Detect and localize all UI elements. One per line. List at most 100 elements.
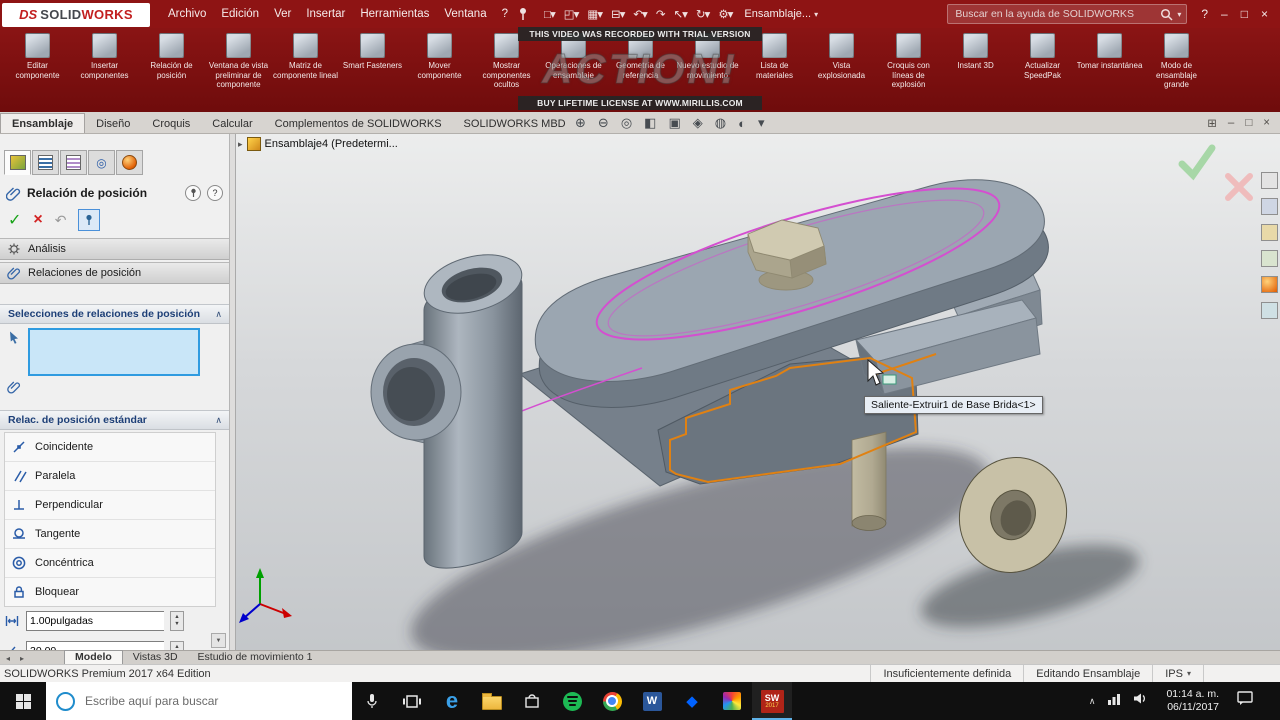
options-gear-icon[interactable]: ⚙▾ xyxy=(718,7,733,21)
cancel-button[interactable]: × xyxy=(33,211,42,229)
tab-vistas-3d[interactable]: Vistas 3D xyxy=(123,651,188,664)
ribbon-button[interactable]: Insertar componentes xyxy=(71,28,138,101)
redo-icon[interactable]: ↷ xyxy=(656,7,666,21)
file-explorer-pane-icon[interactable] xyxy=(1261,224,1278,241)
menu-item[interactable]: Ventana xyxy=(444,8,486,20)
zoom-area-icon[interactable]: ⊖ xyxy=(598,115,609,131)
taskbar-search-input[interactable] xyxy=(83,693,342,709)
tab-solidworks-mbd[interactable]: SOLIDWORKS MBD xyxy=(453,114,577,133)
angle-stepper[interactable]: ▲ ▼ xyxy=(170,641,184,650)
menu-item[interactable]: Herramientas xyxy=(360,8,429,20)
graphics-viewport[interactable]: ▸ Ensamblaje4 (Predetermi... Saliente-Ex… xyxy=(230,134,1280,650)
design-library-icon[interactable] xyxy=(1261,198,1278,215)
doc-restore-icon[interactable]: □ xyxy=(1245,117,1252,129)
previous-view-icon[interactable]: ◎ xyxy=(621,115,632,131)
confirmation-cancel-icon[interactable] xyxy=(1225,173,1253,201)
search-scope-caret-icon[interactable]: ▾ xyxy=(1177,10,1181,19)
tab-scroll-left-icon[interactable]: ◂ xyxy=(6,654,10,663)
document-title-dropdown[interactable]: Ensamblaje... ▾ xyxy=(744,8,818,20)
ribbon-button[interactable]: Smart Fasteners xyxy=(339,28,406,101)
action-center-icon[interactable] xyxy=(1237,691,1254,711)
dropbox-icon[interactable]: ◆ xyxy=(672,682,712,720)
mate-coincident-button[interactable]: Coincidente xyxy=(5,433,215,462)
mate-selections-listbox[interactable] xyxy=(28,328,200,376)
doc-close-icon[interactable]: × xyxy=(1263,117,1270,129)
view-settings-caret-icon[interactable]: ▾ xyxy=(758,115,765,131)
menu-item[interactable]: Archivo xyxy=(168,8,206,20)
tree-expander-icon[interactable]: ▸ xyxy=(238,139,243,150)
taskbar-search[interactable] xyxy=(46,682,352,720)
task-pane-resources-icon[interactable] xyxy=(1261,172,1278,189)
view-palette-icon[interactable] xyxy=(1261,250,1278,267)
feature-manager-tab[interactable] xyxy=(4,150,31,175)
ribbon-button[interactable]: Editar componente xyxy=(4,28,71,101)
menu-item[interactable]: Ver xyxy=(274,8,291,20)
tab-complementos[interactable]: Complementos de SOLIDWORKS xyxy=(264,114,453,133)
new-document-icon[interactable]: □▾ xyxy=(544,7,556,21)
open-icon[interactable]: ◰▾ xyxy=(564,7,580,21)
mate-lock-button[interactable]: Bloquear xyxy=(5,578,215,606)
mate-perpendicular-button[interactable]: Perpendicular xyxy=(5,491,215,520)
help-search-input[interactable] xyxy=(953,7,1157,21)
mates-bar[interactable]: Relaciones de posición xyxy=(0,262,229,284)
pin-toggle-button[interactable] xyxy=(78,209,101,231)
undo-icon[interactable]: ↶ xyxy=(55,212,67,229)
mate-selections-header[interactable]: Selecciones de relaciones de posición ∧ xyxy=(0,304,229,324)
help-icon[interactable]: ? xyxy=(1201,7,1208,21)
search-icon[interactable] xyxy=(1160,8,1173,21)
ribbon-button[interactable]: Croquis con líneas de explosión xyxy=(875,28,942,101)
spin-up-icon[interactable]: ▲ xyxy=(174,614,179,621)
assembly-root-label[interactable]: Ensamblaje4 (Predetermi... xyxy=(265,138,398,150)
flyout-feature-tree[interactable]: ▸ Ensamblaje4 (Predetermi... xyxy=(238,137,398,151)
distance-stepper[interactable]: ▲ ▼ xyxy=(170,611,184,631)
edge-icon[interactable]: e xyxy=(432,682,472,720)
ribbon-button[interactable]: Matriz de componente lineal xyxy=(272,28,339,101)
ribbon-button[interactable]: Ventana de vista preliminar de component… xyxy=(205,28,272,101)
ok-button[interactable]: ✓ xyxy=(8,210,21,230)
keep-visible-pin-icon[interactable] xyxy=(185,185,201,201)
tab-calcular[interactable]: Calcular xyxy=(201,114,263,133)
analysis-bar[interactable]: Análisis xyxy=(0,238,229,260)
menu-item[interactable]: ? xyxy=(502,8,508,20)
units-dropdown[interactable]: IPS ▾ xyxy=(1152,665,1203,682)
distance-input[interactable] xyxy=(26,611,164,631)
angle-input[interactable] xyxy=(26,641,164,650)
panel-splitter[interactable] xyxy=(230,134,236,650)
rebuild-icon[interactable]: ↻▾ xyxy=(696,7,710,21)
ribbon-button[interactable]: Mover componente xyxy=(406,28,473,101)
configuration-manager-tab[interactable] xyxy=(60,150,87,175)
volume-icon[interactable] xyxy=(1133,692,1148,710)
edit-appearance-icon[interactable]: ◐ xyxy=(738,116,746,131)
mate-parallel-button[interactable]: Paralela xyxy=(5,462,215,491)
microphone-icon[interactable] xyxy=(352,682,392,720)
close-icon[interactable]: × xyxy=(1261,7,1268,21)
appearances-icon[interactable] xyxy=(1261,276,1278,293)
undo-icon[interactable]: ↶▾ xyxy=(633,7,647,21)
ribbon-button[interactable]: Actualizar SpeedPak xyxy=(1009,28,1076,101)
model-cylinder-boss[interactable] xyxy=(370,245,528,569)
doc-minimize-icon[interactable]: – xyxy=(1228,117,1234,129)
tab-ensamblaje[interactable]: Ensamblaje xyxy=(0,113,86,133)
panel-scroll-down-icon[interactable]: ▼ xyxy=(211,633,226,648)
photos-icon[interactable] xyxy=(712,682,752,720)
hidden-icons-chevron-icon[interactable]: ∧ xyxy=(1089,696,1096,707)
property-manager-tab[interactable] xyxy=(32,150,59,175)
taskbar-clock[interactable]: 01:14 a. m. 06/11/2017 xyxy=(1166,688,1219,714)
word-icon[interactable]: W xyxy=(632,682,672,720)
ribbon-button[interactable]: Relación de posición xyxy=(138,28,205,101)
display-style-icon[interactable]: ◈ xyxy=(693,115,703,131)
mate-tangent-button[interactable]: Tangente xyxy=(5,520,215,549)
view-orientation-icon[interactable]: ▣ xyxy=(668,115,680,131)
ribbon-button[interactable]: Instant 3D xyxy=(942,28,1009,101)
mate-concentric-button[interactable]: Concéntrica xyxy=(5,549,215,578)
spotify-icon[interactable] xyxy=(552,682,592,720)
custom-properties-icon[interactable] xyxy=(1261,302,1278,319)
help-icon[interactable]: ? xyxy=(207,185,223,201)
zoom-fit-icon[interactable]: ⊕ xyxy=(575,115,586,131)
minimize-icon[interactable]: – xyxy=(1221,7,1228,21)
tab-modelo[interactable]: Modelo xyxy=(64,650,123,664)
dimxpert-manager-tab[interactable]: ◎ xyxy=(88,150,115,175)
chrome-icon[interactable] xyxy=(592,682,632,720)
file-explorer-icon[interactable] xyxy=(472,682,512,720)
hide-show-items-icon[interactable]: ◍ xyxy=(715,115,726,131)
